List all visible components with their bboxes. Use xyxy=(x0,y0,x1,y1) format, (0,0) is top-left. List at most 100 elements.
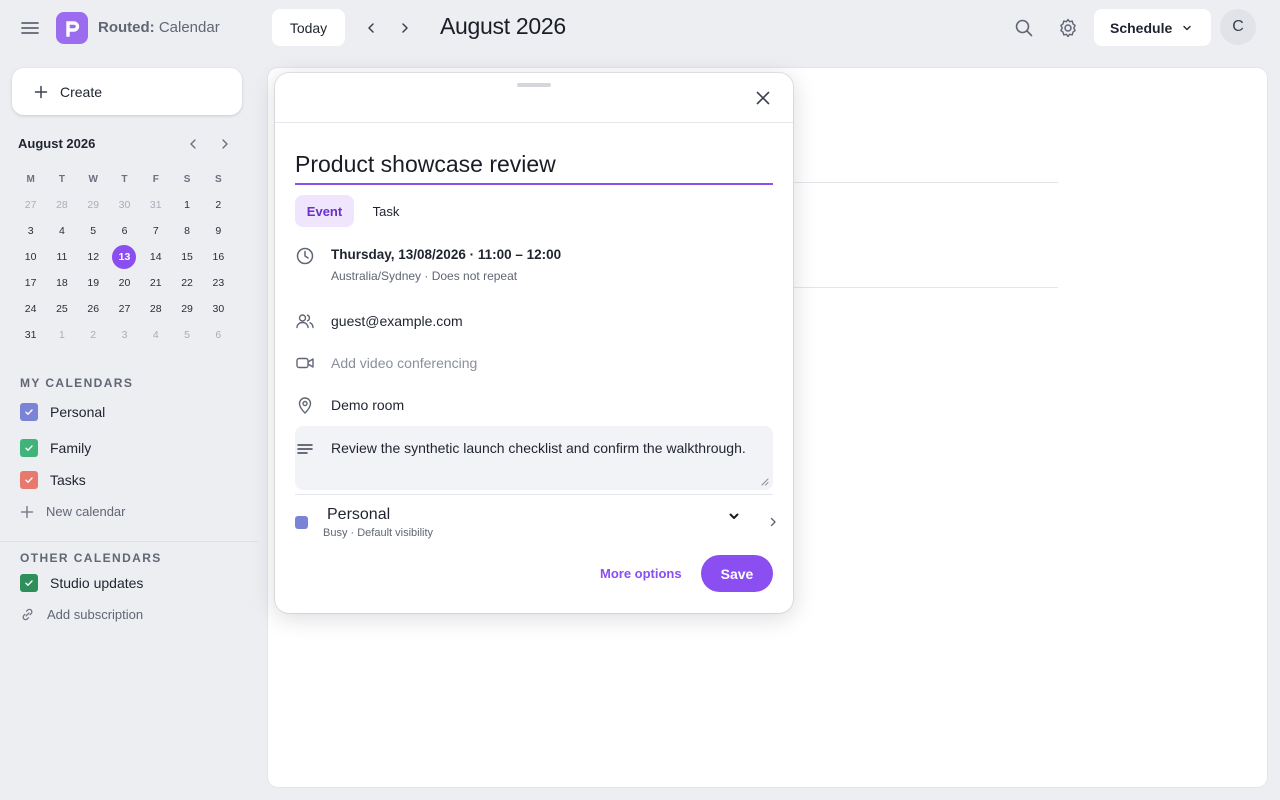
dialog-header-divider xyxy=(275,122,793,123)
tab-task[interactable]: Task xyxy=(363,195,409,227)
calendar-item-family[interactable]: Family xyxy=(20,439,91,457)
mini-calendar-day[interactable]: 30 xyxy=(203,296,234,322)
event-timezone-repeat[interactable]: Australia/Sydney · Does not repeat xyxy=(331,269,517,283)
mini-calendar-day[interactable]: 14 xyxy=(140,244,171,270)
checkbox-personal[interactable] xyxy=(20,403,38,421)
mini-calendar-day[interactable]: 1 xyxy=(46,322,77,348)
event-dialog: Event Task Thursday, 13/08/2026 · 11:00 … xyxy=(275,73,793,613)
mini-calendar-day[interactable]: 8 xyxy=(171,218,202,244)
mini-calendar-day[interactable]: 25 xyxy=(46,296,77,322)
description-text[interactable]: Review the synthetic launch checklist an… xyxy=(331,440,771,456)
mini-calendar-day[interactable]: 12 xyxy=(78,244,109,270)
mini-calendar-day[interactable]: 6 xyxy=(203,322,234,348)
my-calendars-heading: MY CALENDARS xyxy=(20,376,134,390)
app-title-bold: Routed: xyxy=(98,19,155,36)
mini-calendar-day[interactable]: 23 xyxy=(203,270,234,296)
mini-calendar-day[interactable]: 21 xyxy=(140,270,171,296)
mini-calendar-day[interactable]: 31 xyxy=(15,322,46,348)
calendar-item-tasks[interactable]: Tasks xyxy=(20,471,86,489)
view-selector[interactable]: Schedule xyxy=(1094,9,1211,46)
calendar-details-button[interactable] xyxy=(767,516,779,528)
mini-calendar-day[interactable]: 28 xyxy=(140,296,171,322)
mini-calendar-day[interactable]: 2 xyxy=(78,322,109,348)
calendar-color-swatch xyxy=(295,516,308,529)
mini-calendar-next-button[interactable] xyxy=(218,137,232,151)
location-field[interactable]: Demo room xyxy=(331,397,404,413)
description-field[interactable] xyxy=(295,426,773,490)
checkbox-studio-updates[interactable] xyxy=(20,574,38,592)
mini-calendar-day[interactable]: 6 xyxy=(109,218,140,244)
mini-calendar-day[interactable]: 22 xyxy=(171,270,202,296)
mini-calendar-day[interactable]: 19 xyxy=(78,270,109,296)
mini-calendar-day[interactable]: 9 xyxy=(203,218,234,244)
calendar-item-label: Studio updates xyxy=(50,575,144,591)
plus-icon xyxy=(34,85,48,98)
mini-calendar-day[interactable]: 31 xyxy=(140,192,171,218)
mini-calendar-day[interactable]: 2 xyxy=(203,192,234,218)
chevron-right-icon xyxy=(770,517,776,527)
mini-calendar-day[interactable]: 10 xyxy=(15,244,46,270)
mini-calendar-day[interactable]: 16 xyxy=(203,244,234,270)
chevron-left-icon xyxy=(368,23,374,33)
mini-calendar-day[interactable]: 26 xyxy=(78,296,109,322)
calendar-select-toggle[interactable] xyxy=(727,509,741,523)
mini-calendar-day-selected[interactable]: 13 xyxy=(109,244,140,270)
sidebar-divider xyxy=(0,541,258,542)
today-button[interactable]: Today xyxy=(272,9,345,46)
guest-entry[interactable]: guest@example.com xyxy=(331,313,463,329)
check-icon xyxy=(25,409,33,415)
mini-calendar-day[interactable]: 27 xyxy=(15,192,46,218)
next-period-button[interactable] xyxy=(395,18,415,38)
mini-calendar-day[interactable]: 7 xyxy=(140,218,171,244)
calendar-item-personal[interactable]: Personal xyxy=(20,403,105,421)
more-options-button[interactable]: More options xyxy=(600,566,682,581)
mini-calendar-day[interactable]: 3 xyxy=(109,322,140,348)
mini-calendar-day[interactable]: 20 xyxy=(109,270,140,296)
mini-calendar-day[interactable]: 5 xyxy=(171,322,202,348)
mini-calendar-day[interactable]: 17 xyxy=(15,270,46,296)
settings-button[interactable] xyxy=(1057,17,1079,39)
location-pin-icon xyxy=(295,395,315,415)
mini-calendar-day[interactable]: 1 xyxy=(171,192,202,218)
previous-period-button[interactable] xyxy=(361,18,381,38)
mini-calendar-day[interactable]: 15 xyxy=(171,244,202,270)
close-dialog-button[interactable] xyxy=(753,88,773,108)
other-calendars-heading: OTHER CALENDARS xyxy=(20,551,162,565)
mini-calendar-day[interactable]: 30 xyxy=(109,192,140,218)
create-button[interactable]: Create xyxy=(12,68,242,115)
mini-calendar-day[interactable]: 5 xyxy=(78,218,109,244)
mini-calendar-day[interactable]: 28 xyxy=(46,192,77,218)
user-avatar[interactable]: C xyxy=(1220,9,1256,45)
mini-calendar-day[interactable]: 27 xyxy=(109,296,140,322)
calendar-item-studio-updates[interactable]: Studio updates xyxy=(20,574,143,592)
event-title-input[interactable] xyxy=(295,145,773,185)
add-subscription-link[interactable]: Add subscription xyxy=(20,607,143,622)
mini-calendar-day[interactable]: 4 xyxy=(140,322,171,348)
search-button[interactable] xyxy=(1013,17,1035,39)
logo-icon xyxy=(66,21,80,37)
mini-calendar-day[interactable]: 24 xyxy=(15,296,46,322)
mini-calendar-day[interactable]: 29 xyxy=(78,192,109,218)
checkbox-family[interactable] xyxy=(20,439,38,457)
main-menu-button[interactable] xyxy=(18,16,42,40)
mini-calendar-day[interactable]: 11 xyxy=(46,244,77,270)
schedule-divider xyxy=(793,182,1058,183)
drag-handle[interactable] xyxy=(517,83,551,87)
event-datetime[interactable]: Thursday, 13/08/2026 · 11:00 – 12:00 xyxy=(331,247,561,262)
video-conferencing-field[interactable]: Add video conferencing xyxy=(331,355,477,371)
mini-calendar-day[interactable]: 3 xyxy=(15,218,46,244)
resize-handle-icon[interactable] xyxy=(759,476,769,486)
checkbox-tasks[interactable] xyxy=(20,471,38,489)
mini-calendar-weekday: S xyxy=(183,173,191,185)
mini-calendar-day[interactable]: 18 xyxy=(46,270,77,296)
clock-icon xyxy=(295,246,315,266)
mini-calendar-day[interactable]: 4 xyxy=(46,218,77,244)
save-button[interactable]: Save xyxy=(701,555,773,592)
calendar-item-label: Personal xyxy=(50,404,106,420)
new-calendar-link[interactable]: New calendar xyxy=(20,504,126,519)
mini-calendar-weekday-row: MTWTFSS xyxy=(15,166,234,192)
calendar-select[interactable]: Personal xyxy=(327,506,390,524)
mini-calendar-prev-button[interactable] xyxy=(186,137,200,151)
tab-event[interactable]: Event xyxy=(295,195,354,227)
mini-calendar-day[interactable]: 29 xyxy=(171,296,202,322)
